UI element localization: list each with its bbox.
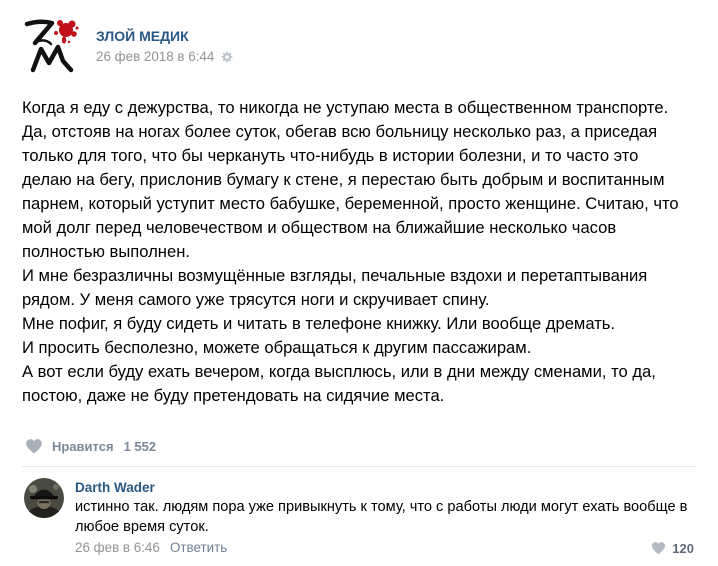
post-text-line: полностью выполнен.: [22, 242, 190, 261]
post-text-line: И просить бесполезно, можете обращаться …: [22, 338, 532, 357]
divider: [22, 466, 696, 467]
post-date-link[interactable]: 26 фев 2018 в 6:44: [96, 48, 214, 66]
gear-icon[interactable]: [221, 51, 233, 63]
post-text-line: А вот если буду ехать вечером, когда выс…: [22, 362, 656, 381]
post-text-line: делаю на бегу, прислонив бумагу к стене,…: [22, 170, 665, 189]
like-count: 1 552: [123, 438, 157, 454]
post-text: Когда я еду с дежурства, то никогда не у…: [22, 96, 679, 408]
post-text-line: Когда я еду с дежурства, то никогда не у…: [22, 98, 669, 117]
comment-date-link[interactable]: 26 фев в 6:46: [75, 539, 160, 557]
post-text-line: Мне пофиг, я буду сидеть и читать в теле…: [22, 314, 616, 333]
heart-icon: [651, 541, 666, 555]
comment-text-line: истинно так. людям пора уже привыкнуть к…: [75, 499, 688, 515]
post-text-line: только для того, что бы черкануть что-ни…: [22, 146, 639, 165]
post-date-row: 26 фев 2018 в 6:44: [96, 48, 233, 66]
author-name-link[interactable]: ЗЛОЙ МЕДИК: [96, 27, 189, 45]
author-avatar[interactable]: [20, 15, 82, 75]
heart-icon: [25, 438, 43, 454]
reply-button[interactable]: Ответить: [170, 539, 227, 557]
comment-like-count: 120: [672, 540, 694, 556]
like-button[interactable]: Нравится 1 552: [25, 436, 156, 456]
like-label: Нравится: [52, 438, 114, 454]
post-text-line: постою, даже не буду претендовать на сид…: [22, 386, 445, 405]
post-text-line: мой долг перед человечеством и обществом…: [22, 218, 617, 237]
comment-author-link[interactable]: Darth Wader: [75, 479, 155, 497]
post-text-line: Да, отстояв на ногах более суток, обегав…: [22, 122, 658, 141]
vk-post-screen: ЗЛОЙ МЕДИК 26 фев 2018 в 6:44 Когда я ед…: [0, 0, 718, 566]
comment-text-line: любое время суток.: [75, 518, 209, 535]
post-text-line: парнем, который уступит место бабушке, б…: [22, 194, 679, 213]
commenter-avatar[interactable]: [24, 478, 64, 518]
zm-logo-icon: [24, 19, 79, 73]
post-text-line: И мне безразличны возмущённые взгляды, п…: [22, 266, 648, 285]
comment-text: истинно так. людям пора уже привыкнуть к…: [75, 498, 687, 537]
post-text-line: рядом. У меня самого уже трясутся ноги и…: [22, 290, 490, 309]
comment-like-button[interactable]: 120: [651, 539, 694, 557]
